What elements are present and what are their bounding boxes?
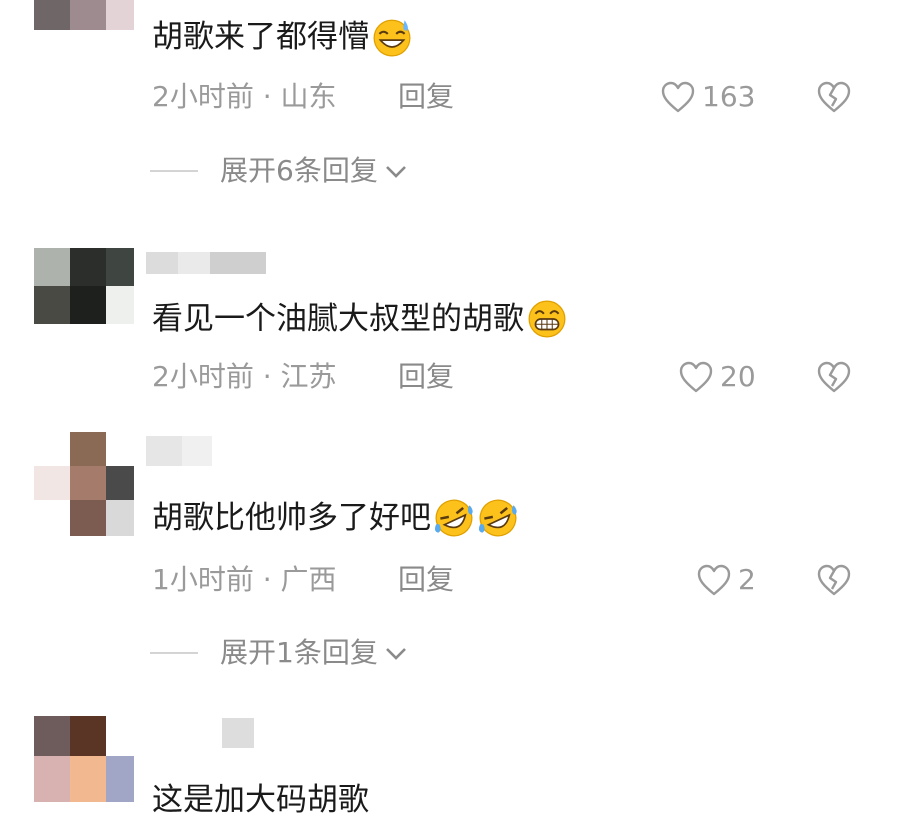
like-button[interactable]: 20 <box>678 360 756 394</box>
reply-button[interactable]: 回复 <box>398 360 454 394</box>
comment-meta: 2小时前 · 江苏 <box>152 360 337 393</box>
broken-heart-icon[interactable] <box>816 360 852 394</box>
reply-button[interactable]: 回复 <box>398 80 454 114</box>
avatar[interactable] <box>34 0 134 30</box>
like-count: 20 <box>720 360 756 393</box>
chevron-down-icon <box>385 166 406 178</box>
comment-text: 胡歌来了都得懵 <box>152 16 413 58</box>
expand-replies-label: 展开1条回复 <box>220 636 378 669</box>
rofl-emoji <box>478 499 517 537</box>
heart-outline-icon <box>679 361 713 393</box>
like-button[interactable]: 163 <box>660 80 755 114</box>
chevron-down-icon <box>385 648 406 660</box>
expand-replies-button[interactable]: 展开1条回复 <box>150 636 408 670</box>
expand-replies-label: 展开6条回复 <box>220 154 378 187</box>
broken-heart-icon[interactable] <box>816 563 852 597</box>
like-count: 2 <box>738 563 756 596</box>
comment-text-content: 胡歌比他帅多了好吧 <box>152 500 431 536</box>
avatar[interactable] <box>34 248 134 324</box>
avatar[interactable] <box>34 432 134 536</box>
like-button[interactable]: 2 <box>696 563 756 597</box>
username[interactable] <box>146 252 266 274</box>
heart-outline-icon <box>697 564 731 596</box>
comment-meta: 1小时前 · 广西 <box>152 563 337 596</box>
comment-meta: 2小时前 · 山东 <box>152 80 337 113</box>
grin-emoji <box>528 300 566 338</box>
divider <box>150 652 198 654</box>
comment-text: 这是加大码胡歌 <box>152 780 369 820</box>
comment-text-content: 胡歌来了都得懵 <box>152 19 369 55</box>
username[interactable] <box>146 718 266 748</box>
broken-heart-icon[interactable] <box>816 80 852 114</box>
heart-outline-icon <box>661 81 695 113</box>
sweat-smile-emoji <box>373 19 411 57</box>
expand-replies-button[interactable]: 展开6条回复 <box>150 154 408 188</box>
reply-button[interactable]: 回复 <box>398 563 454 597</box>
rofl-emoji <box>434 499 473 537</box>
comment-text: 看见一个油腻大叔型的胡歌 <box>152 298 568 340</box>
comment-text: 胡歌比他帅多了好吧 <box>152 497 519 539</box>
divider <box>150 170 198 172</box>
comment-text-content: 这是加大码胡歌 <box>152 782 369 818</box>
comment-text-content: 看见一个油腻大叔型的胡歌 <box>152 301 524 337</box>
username[interactable] <box>146 436 266 466</box>
like-count: 163 <box>702 80 756 113</box>
avatar[interactable] <box>34 716 134 802</box>
